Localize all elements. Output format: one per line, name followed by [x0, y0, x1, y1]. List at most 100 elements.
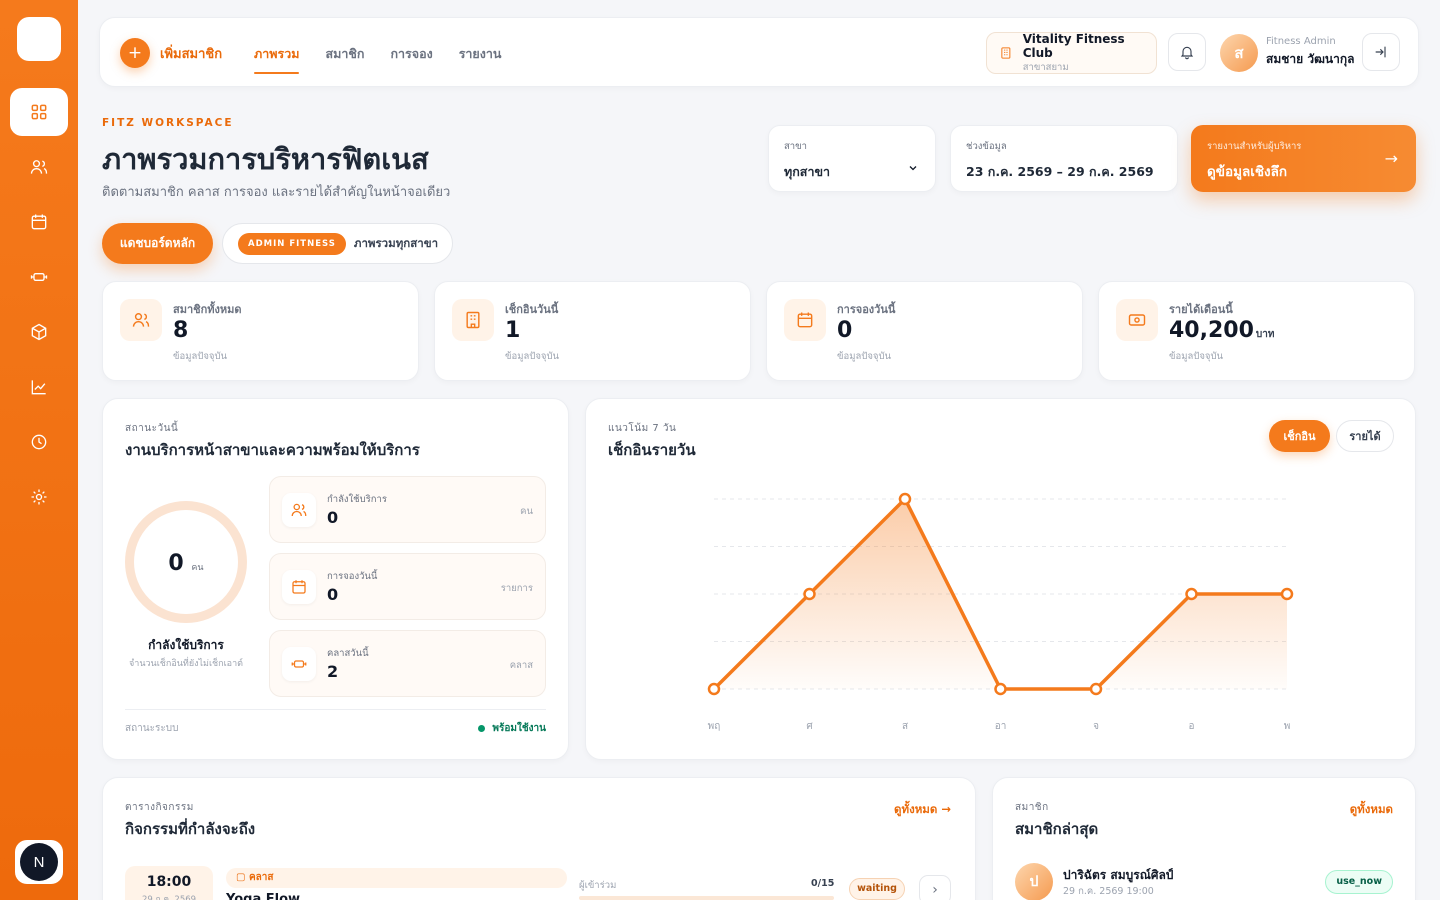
- user-name: สมชาย วัฒนากุล: [1266, 52, 1355, 66]
- member-avatar[interactable]: ป: [1015, 863, 1053, 900]
- executive-report-label: รายงานสำหรับผู้บริหาร: [1207, 141, 1302, 152]
- stat-value: 0: [837, 318, 853, 343]
- participants-progress: [579, 896, 834, 900]
- branch-select[interactable]: สาขา ทุกสาขา: [768, 125, 936, 192]
- x-tick-label: ศ: [806, 721, 813, 732]
- dumbbell-icon: [30, 273, 48, 281]
- stat-card-bookings[interactable]: การจองวันนี้ 0 ข้อมูลปัจจุบัน: [766, 281, 1083, 381]
- event-name: Yoga Flow: [226, 892, 301, 900]
- chevron-down-icon: [909, 166, 917, 171]
- data-point[interactable]: [1089, 682, 1103, 696]
- card-title: สมาชิกล่าสุด: [1015, 820, 1099, 838]
- sidebar-item-bookings[interactable]: [10, 198, 68, 246]
- view-all-members-link[interactable]: ดูทั้งหมด: [1350, 801, 1393, 819]
- framework-badge[interactable]: N: [15, 840, 63, 884]
- workspace-pill-text: ภาพรวมทุกสาขา: [353, 235, 439, 250]
- club-branch: สาขาสยาม: [1022, 61, 1069, 73]
- status-item-classes[interactable]: คลาสวันนี้ 2 คลาส: [269, 630, 546, 697]
- stat-card-revenue[interactable]: รายได้เดือนนี้ 40,200 บาท ข้อมูลปัจจุบัน: [1098, 281, 1415, 381]
- latest-members-card: สมาชิก สมาชิกล่าสุด ดูทั้งหมด ป ปาริฉัตร…: [992, 777, 1416, 900]
- chevron-right-icon[interactable]: ›: [919, 875, 951, 900]
- status-item-label: คลาสวันนี้: [327, 648, 369, 659]
- add-member-label: เพิ่มสมาชิก: [160, 46, 223, 62]
- data-point[interactable]: [994, 682, 1007, 696]
- stat-card-checkins[interactable]: เช็กอินวันนี้ 1 ข้อมูลปัจจุบัน: [434, 281, 751, 381]
- workspace-pill[interactable]: ADMIN FITNESS ภาพรวมทุกสาขา: [222, 223, 453, 264]
- sidebar-item-settings[interactable]: [10, 473, 68, 521]
- box-icon: [31, 323, 47, 341]
- notifications-button[interactable]: [1168, 33, 1206, 71]
- tab-overview[interactable]: ภาพรวม: [254, 44, 300, 74]
- tab-members[interactable]: สมาชิก: [325, 44, 364, 70]
- data-point[interactable]: [803, 587, 816, 601]
- date-range-field[interactable]: ช่วงข้อมูล 23 ก.ค. 2569 – 29 ก.ค. 2569: [950, 125, 1178, 192]
- grid-icon: [31, 104, 47, 120]
- building-icon: [1001, 47, 1011, 59]
- main-dashboard-pill[interactable]: แดชบอร์ดหลัก: [102, 223, 213, 264]
- status-item-unit: รายการ: [500, 583, 533, 594]
- executive-report-title: ดูข้อมูลเชิงลึก: [1207, 164, 1288, 180]
- status-item-unit: คลาส: [509, 660, 533, 671]
- card-title: งานบริการหน้าสาขาและความพร้อมให้บริการ: [125, 441, 420, 459]
- stat-card-total-members[interactable]: สมาชิกทั้งหมด 8 ข้อมูลปัจจุบัน: [102, 281, 419, 381]
- stat-note: ข้อมูลปัจจุบัน: [837, 351, 891, 362]
- member-name[interactable]: ปาริฉัตร สมบูรณ์ศิลป์: [1063, 866, 1173, 885]
- sidebar-item-members[interactable]: [10, 143, 68, 191]
- calendar-icon: [31, 214, 47, 230]
- club-selector[interactable]: Vitality Fitness Club สาขาสยาม: [986, 32, 1157, 74]
- logout-button[interactable]: [1362, 33, 1400, 71]
- stat-label: การจองวันนี้: [837, 303, 896, 316]
- divider: [125, 709, 546, 710]
- avatar[interactable]: ส: [1220, 34, 1258, 72]
- app-logo[interactable]: [17, 17, 61, 61]
- card-title: กิจกรรมที่กำลังจะถึง: [125, 820, 256, 838]
- view-all-activities-link[interactable]: ดูทั้งหมด →: [894, 801, 951, 819]
- ring-title: กำลังใช้บริการ: [148, 638, 224, 652]
- chart-line-icon: [31, 380, 46, 395]
- role-tag: ADMIN FITNESS: [238, 232, 346, 255]
- sidebar-item-history[interactable]: [10, 418, 68, 466]
- event-time-box: 18:00 29 ก.ค. 2569: [125, 866, 213, 900]
- data-point[interactable]: [1280, 587, 1294, 601]
- data-point[interactable]: [1185, 587, 1198, 601]
- upcoming-activities-card: ตารางกิจกรรม กิจกรรมที่กำลังจะถึง ดูทั้ง…: [102, 777, 976, 900]
- gear-icon: [31, 489, 47, 505]
- status-item-bookings[interactable]: การจองวันนี้ 0 รายการ: [269, 553, 546, 620]
- date-range-value: 23 ก.ค. 2569 – 29 ก.ค. 2569: [966, 164, 1154, 179]
- arrow-right-icon: →: [1384, 149, 1398, 168]
- add-member-button[interactable]: + เพิ่มสมาชิก: [120, 38, 222, 68]
- sidebar-item-reports[interactable]: [10, 363, 68, 411]
- status-dot-icon: [478, 725, 486, 732]
- club-name: Vitality Fitness Club: [1022, 31, 1125, 60]
- checkin-trend-card: แนวโน้ม 7 วัน เช็กอินรายวัน เช็กอิน รายไ…: [585, 398, 1416, 760]
- sidebar-item-dashboard[interactable]: [10, 88, 68, 136]
- card-eyebrow: สถานะวันนี้: [125, 423, 179, 434]
- logout-icon: [1375, 46, 1386, 58]
- checkin-line-chart: พฤ ศ ส อา จ อ พ: [707, 492, 1294, 732]
- executive-report-button[interactable]: รายงานสำหรับผู้บริหาร ดูข้อมูลเชิงลึก →: [1191, 125, 1416, 192]
- member-date: 29 ก.ค. 2569 19:00: [1063, 886, 1154, 897]
- active-users-ring: 0 คน: [125, 501, 247, 623]
- sidebar-item-classes[interactable]: [10, 253, 68, 301]
- page-subtitle: ติดตามสมาชิก คลาส การจอง และรายได้สำคัญใ…: [102, 185, 451, 200]
- tab-bookings[interactable]: การจอง: [390, 44, 432, 70]
- status-item-label: กำลังใช้บริการ: [327, 494, 387, 505]
- data-point[interactable]: [707, 682, 721, 696]
- data-point[interactable]: [898, 492, 912, 506]
- participants-count: 0/15: [811, 878, 835, 889]
- branch-select-value: ทุกสาขา: [784, 164, 831, 179]
- member-status-badge: use_now: [1325, 870, 1393, 894]
- event-date: 29 ก.ค. 2569: [141, 895, 197, 900]
- sidebar-item-products[interactable]: [10, 308, 68, 356]
- x-tick-label: อา: [995, 721, 1007, 732]
- event-time: 18:00: [146, 874, 192, 890]
- ring-value: 0 คน: [168, 551, 204, 576]
- status-item-active[interactable]: กำลังใช้บริการ 0 คน: [269, 476, 546, 543]
- ring-subtitle: จำนวนเช็กอินที่ยังไม่เช็กเอาต์: [129, 659, 243, 669]
- branch-select-label: สาขา: [784, 141, 807, 152]
- card-eyebrow: สมาชิก: [1015, 802, 1049, 813]
- tab-reports[interactable]: รายงาน: [459, 44, 502, 70]
- x-tick-label: พ: [1284, 721, 1291, 732]
- users-icon: [30, 160, 48, 174]
- users-icon: [282, 493, 316, 527]
